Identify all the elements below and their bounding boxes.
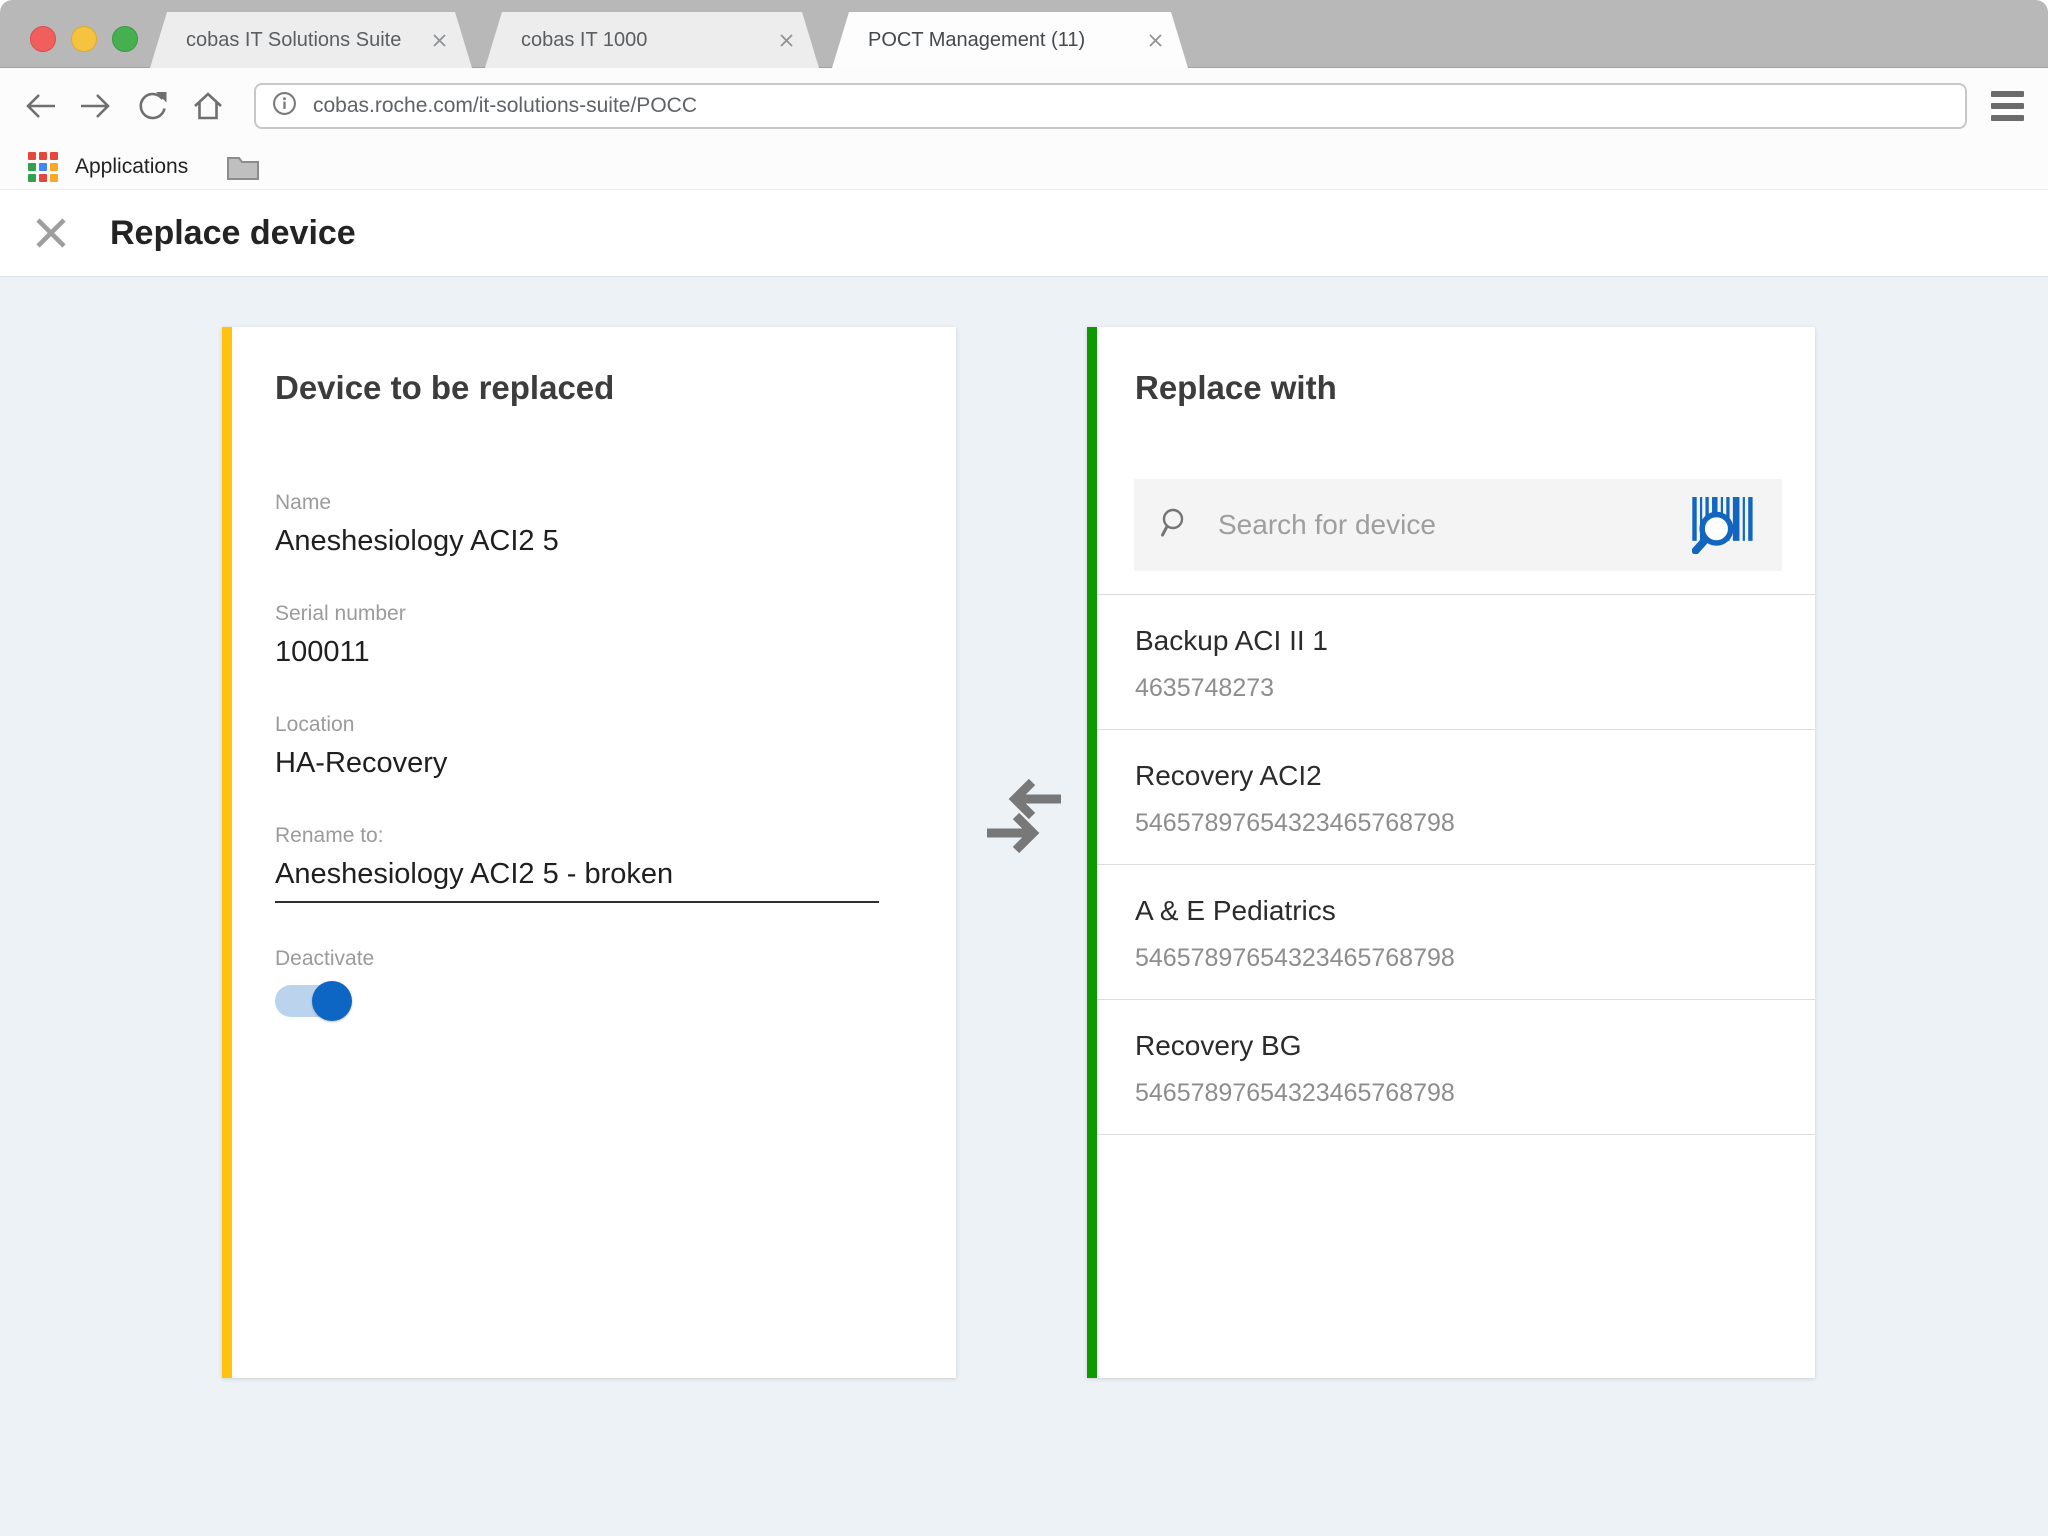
forward-button[interactable] [76, 86, 116, 126]
device-name: Backup ACI II 1 [1135, 625, 1795, 657]
bookmark-folder-icon[interactable] [226, 153, 260, 181]
tabs: cobas IT Solutions Suite cobas IT 1000 P… [150, 12, 1188, 68]
serial-number-field: Serial number 100011 [275, 602, 880, 669]
device-name: A & E Pediatrics [1135, 895, 1795, 927]
tab-strip: cobas IT Solutions Suite cobas IT 1000 P… [0, 0, 2048, 68]
deactivate-field: Deactivate [275, 947, 880, 1017]
home-button[interactable] [188, 86, 228, 126]
device-name: Recovery BG [1135, 1030, 1795, 1062]
close-icon[interactable] [30, 212, 72, 254]
tab-close-icon[interactable] [1147, 32, 1164, 49]
panel-title: Replace with [1097, 369, 1815, 407]
device-name: Recovery ACI2 [1135, 760, 1795, 792]
replace-with-panel: Replace with [1087, 327, 1815, 1378]
rename-field: Rename to: [275, 824, 880, 903]
field-value: 100011 [275, 636, 880, 669]
location-field: Location HA-Recovery [275, 713, 880, 780]
bookmarks-bar: Applications [0, 144, 2048, 190]
close-window-button[interactable] [30, 26, 56, 52]
field-value: HA-Recovery [275, 747, 880, 780]
zoom-window-button[interactable] [112, 26, 138, 52]
deactivate-toggle[interactable] [275, 985, 350, 1017]
name-field: Name Aneshesiology ACI2 5 [275, 491, 880, 558]
tab-label: POCT Management (11) [868, 29, 1085, 52]
dialog-header: Replace device [0, 190, 2048, 277]
minimize-window-button[interactable] [71, 26, 97, 52]
navigation-bar: cobas.roche.com/it-solutions-suite/POCC [0, 68, 2048, 144]
tab-cobas-it-1000[interactable]: cobas IT 1000 [485, 12, 819, 68]
device-serial: 54657897654323465768798 [1135, 944, 1795, 973]
apps-grid-icon [28, 152, 58, 182]
device-row[interactable]: Recovery BG 54657897654323465768798 [1097, 1000, 1815, 1135]
device-row[interactable]: Backup ACI II 1 4635748273 [1097, 595, 1815, 730]
tab-close-icon[interactable] [778, 32, 795, 49]
page-info-icon[interactable] [272, 91, 297, 121]
swap-arrows-icon [983, 777, 1065, 860]
field-label: Deactivate [275, 947, 880, 971]
device-serial: 4635748273 [1135, 674, 1795, 703]
tab-poct-management[interactable]: POCT Management (11) [832, 12, 1188, 68]
device-row[interactable]: Recovery ACI2 54657897654323465768798 [1097, 730, 1815, 865]
tab-label: cobas IT 1000 [521, 29, 647, 52]
tab-label: cobas IT Solutions Suite [186, 29, 401, 52]
reload-button[interactable] [132, 86, 172, 126]
field-label: Rename to: [275, 824, 880, 848]
field-label: Name [275, 491, 880, 515]
toggle-knob [312, 981, 352, 1021]
bookmark-applications[interactable]: Applications [75, 155, 188, 179]
field-label: Location [275, 713, 880, 737]
device-serial: 54657897654323465768798 [1135, 1079, 1795, 1108]
device-row[interactable]: A & E Pediatrics 54657897654323465768798 [1097, 865, 1815, 1000]
field-label: Serial number [275, 602, 880, 626]
content-area: Device to be replaced Name Aneshesiology… [0, 277, 2048, 1536]
window-controls [30, 26, 138, 52]
barcode-scan-icon[interactable] [1688, 490, 1758, 560]
url-field[interactable]: cobas.roche.com/it-solutions-suite/POCC [254, 83, 1967, 129]
tab-cobas-it-solutions-suite[interactable]: cobas IT Solutions Suite [150, 12, 472, 68]
device-search-box [1134, 479, 1782, 571]
field-value: Aneshesiology ACI2 5 [275, 525, 880, 558]
menu-icon[interactable] [1991, 91, 2024, 121]
page-title: Replace device [110, 214, 356, 253]
browser-window: cobas IT Solutions Suite cobas IT 1000 P… [0, 0, 2048, 1536]
tab-close-icon[interactable] [431, 32, 448, 49]
device-to-replace-panel: Device to be replaced Name Aneshesiology… [222, 327, 956, 1378]
panel-title: Device to be replaced [275, 369, 880, 407]
search-input[interactable] [1218, 509, 1688, 541]
url-text: cobas.roche.com/it-solutions-suite/POCC [313, 94, 697, 118]
search-icon [1160, 507, 1192, 544]
device-serial: 54657897654323465768798 [1135, 809, 1795, 838]
back-button[interactable] [20, 86, 60, 126]
device-list: Backup ACI II 1 4635748273 Recovery ACI2… [1097, 594, 1815, 1135]
rename-input[interactable] [275, 858, 879, 903]
